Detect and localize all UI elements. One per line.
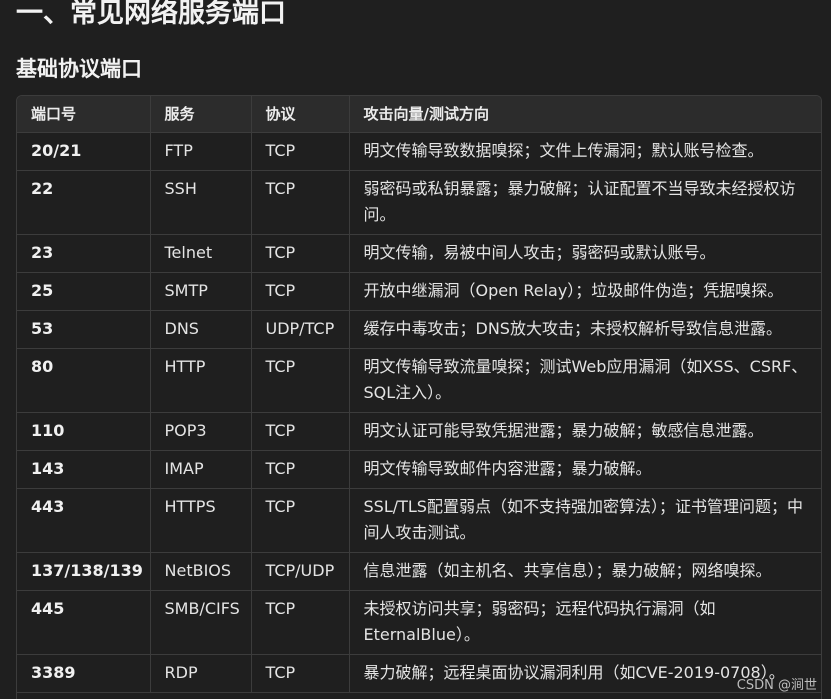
port-cell: 143 [17, 450, 151, 489]
attack-vector-cell: 缓存中毒攻击；DNS放大攻击；未授权解析导致信息泄露。 [349, 310, 821, 349]
table-row: 53 DNS UDP/TCP 缓存中毒攻击；DNS放大攻击；未授权解析导致信息泄露。 [17, 310, 821, 349]
port-cell: 3389 [17, 654, 151, 693]
service-cell: HTTPS [150, 488, 252, 553]
header-protocol: 协议 [251, 96, 350, 133]
table-row: 137/138/139 NetBIOS TCP/UDP 信息泄露（如主机名、共享信息）… [17, 552, 821, 591]
table-header-row: 端口号 服务 协议 攻击向量/测试方向 [17, 96, 821, 133]
protocol-cell: TCP [251, 132, 350, 171]
table-row: 110 POP3 TCP 明文认证可能导致凭据泄露；暴力破解；敏感信息泄露。 [17, 412, 821, 451]
protocol-cell: TCP [251, 412, 350, 451]
protocol-cell: TCP [251, 450, 350, 489]
table-row: 20/21 FTP TCP 明文传输导致数据嗅探；文件上传漏洞；默认账号检查。 [17, 132, 821, 171]
attack-vector-cell: 信息泄露（如主机名、共享信息）；暴力破解；网络嗅探。 [349, 552, 821, 591]
attack-vector-cell: 未授权访问共享；弱密码；远程代码执行漏洞（如EternalBlue）。 [349, 590, 821, 655]
table-row: 25 SMTP TCP 开放中继漏洞（Open Relay）；垃圾邮件伪造；凭据嗅探。 [17, 272, 821, 311]
service-cell: HTTP [150, 348, 252, 413]
attack-vector-cell: 明文传输导致数据嗅探；文件上传漏洞；默认账号检查。 [349, 132, 821, 171]
table-row: 22 SSH TCP 弱密码或私钥暴露；暴力破解；认证配置不当导致未经授权访问。 [17, 170, 821, 235]
ports-table-container: 端口号 服务 协议 攻击向量/测试方向 20/21 FTP TCP 明文传输导致数据嗅… [16, 95, 822, 699]
watermark: CSDN @涧世 [736, 678, 817, 693]
port-cell: 20/21 [17, 132, 151, 171]
service-cell: SMB/CIFS [150, 590, 252, 655]
table-row: 143 IMAP TCP 明文传输导致邮件内容泄露；暴力破解。 [17, 450, 821, 489]
port-cell: 110 [17, 412, 151, 451]
service-cell: DNS [150, 310, 252, 349]
protocol-cell: TCP [251, 170, 350, 235]
port-cell: 80 [17, 348, 151, 413]
section-heading: 一、常见网络服务端口 [16, 0, 286, 29]
port-cell: 137/138/139 [17, 552, 151, 591]
header-port: 端口号 [17, 96, 151, 133]
protocol-cell: TCP [251, 234, 350, 273]
header-service: 服务 [150, 96, 252, 133]
service-cell: Telnet [150, 234, 252, 273]
ports-table: 端口号 服务 协议 攻击向量/测试方向 20/21 FTP TCP 明文传输导致数据嗅… [17, 96, 821, 693]
protocol-cell: TCP/UDP [251, 552, 350, 591]
service-cell: IMAP [150, 450, 252, 489]
service-cell: RDP [150, 654, 252, 693]
attack-vector-cell: 开放中继漏洞（Open Relay）；垃圾邮件伪造；凭据嗅探。 [349, 272, 821, 311]
table-row: 443 HTTPS TCP SSL/TLS配置弱点（如不支持强加密算法）；证书管理问题… [17, 488, 821, 553]
table-row: 80 HTTP TCP 明文传输导致流量嗅探；测试Web应用漏洞（如XSS、CSRF、… [17, 348, 821, 413]
attack-vector-cell: SSL/TLS配置弱点（如不支持强加密算法）；证书管理问题；中间人攻击测试。 [349, 488, 821, 553]
port-cell: 23 [17, 234, 151, 273]
service-cell: FTP [150, 132, 252, 171]
port-cell: 25 [17, 272, 151, 311]
protocol-cell: TCP [251, 654, 350, 693]
port-cell: 22 [17, 170, 151, 235]
table-row: 3389 RDP TCP 暴力破解；远程桌面协议漏洞利用（如CVE-2019-0708… [17, 654, 821, 693]
header-attack-vector: 攻击向量/测试方向 [349, 96, 821, 133]
attack-vector-cell: 明文传输，易被中间人攻击；弱密码或默认账号。 [349, 234, 821, 273]
protocol-cell: TCP [251, 348, 350, 413]
port-cell: 53 [17, 310, 151, 349]
attack-vector-cell: 明文传输导致流量嗅探；测试Web应用漏洞（如XSS、CSRF、SQL注入）。 [349, 348, 821, 413]
port-cell: 445 [17, 590, 151, 655]
protocol-cell: TCP [251, 272, 350, 311]
service-cell: SMTP [150, 272, 252, 311]
protocol-cell: TCP [251, 590, 350, 655]
attack-vector-cell: 明文认证可能导致凭据泄露；暴力破解；敏感信息泄露。 [349, 412, 821, 451]
table-row: 23 Telnet TCP 明文传输，易被中间人攻击；弱密码或默认账号。 [17, 234, 821, 273]
attack-vector-cell: 明文传输导致邮件内容泄露；暴力破解。 [349, 450, 821, 489]
port-cell: 443 [17, 488, 151, 553]
service-cell: NetBIOS [150, 552, 252, 591]
table-row: 445 SMB/CIFS TCP 未授权访问共享；弱密码；远程代码执行漏洞（如Eter… [17, 590, 821, 655]
attack-vector-cell: 弱密码或私钥暴露；暴力破解；认证配置不当导致未经授权访问。 [349, 170, 821, 235]
protocol-cell: TCP [251, 488, 350, 553]
protocol-cell: UDP/TCP [251, 310, 350, 349]
table-body: 20/21 FTP TCP 明文传输导致数据嗅探；文件上传漏洞；默认账号检查。 22 SS… [17, 132, 821, 693]
subsection-heading: 基础协议端口 [16, 57, 142, 81]
service-cell: SSH [150, 170, 252, 235]
service-cell: POP3 [150, 412, 252, 451]
